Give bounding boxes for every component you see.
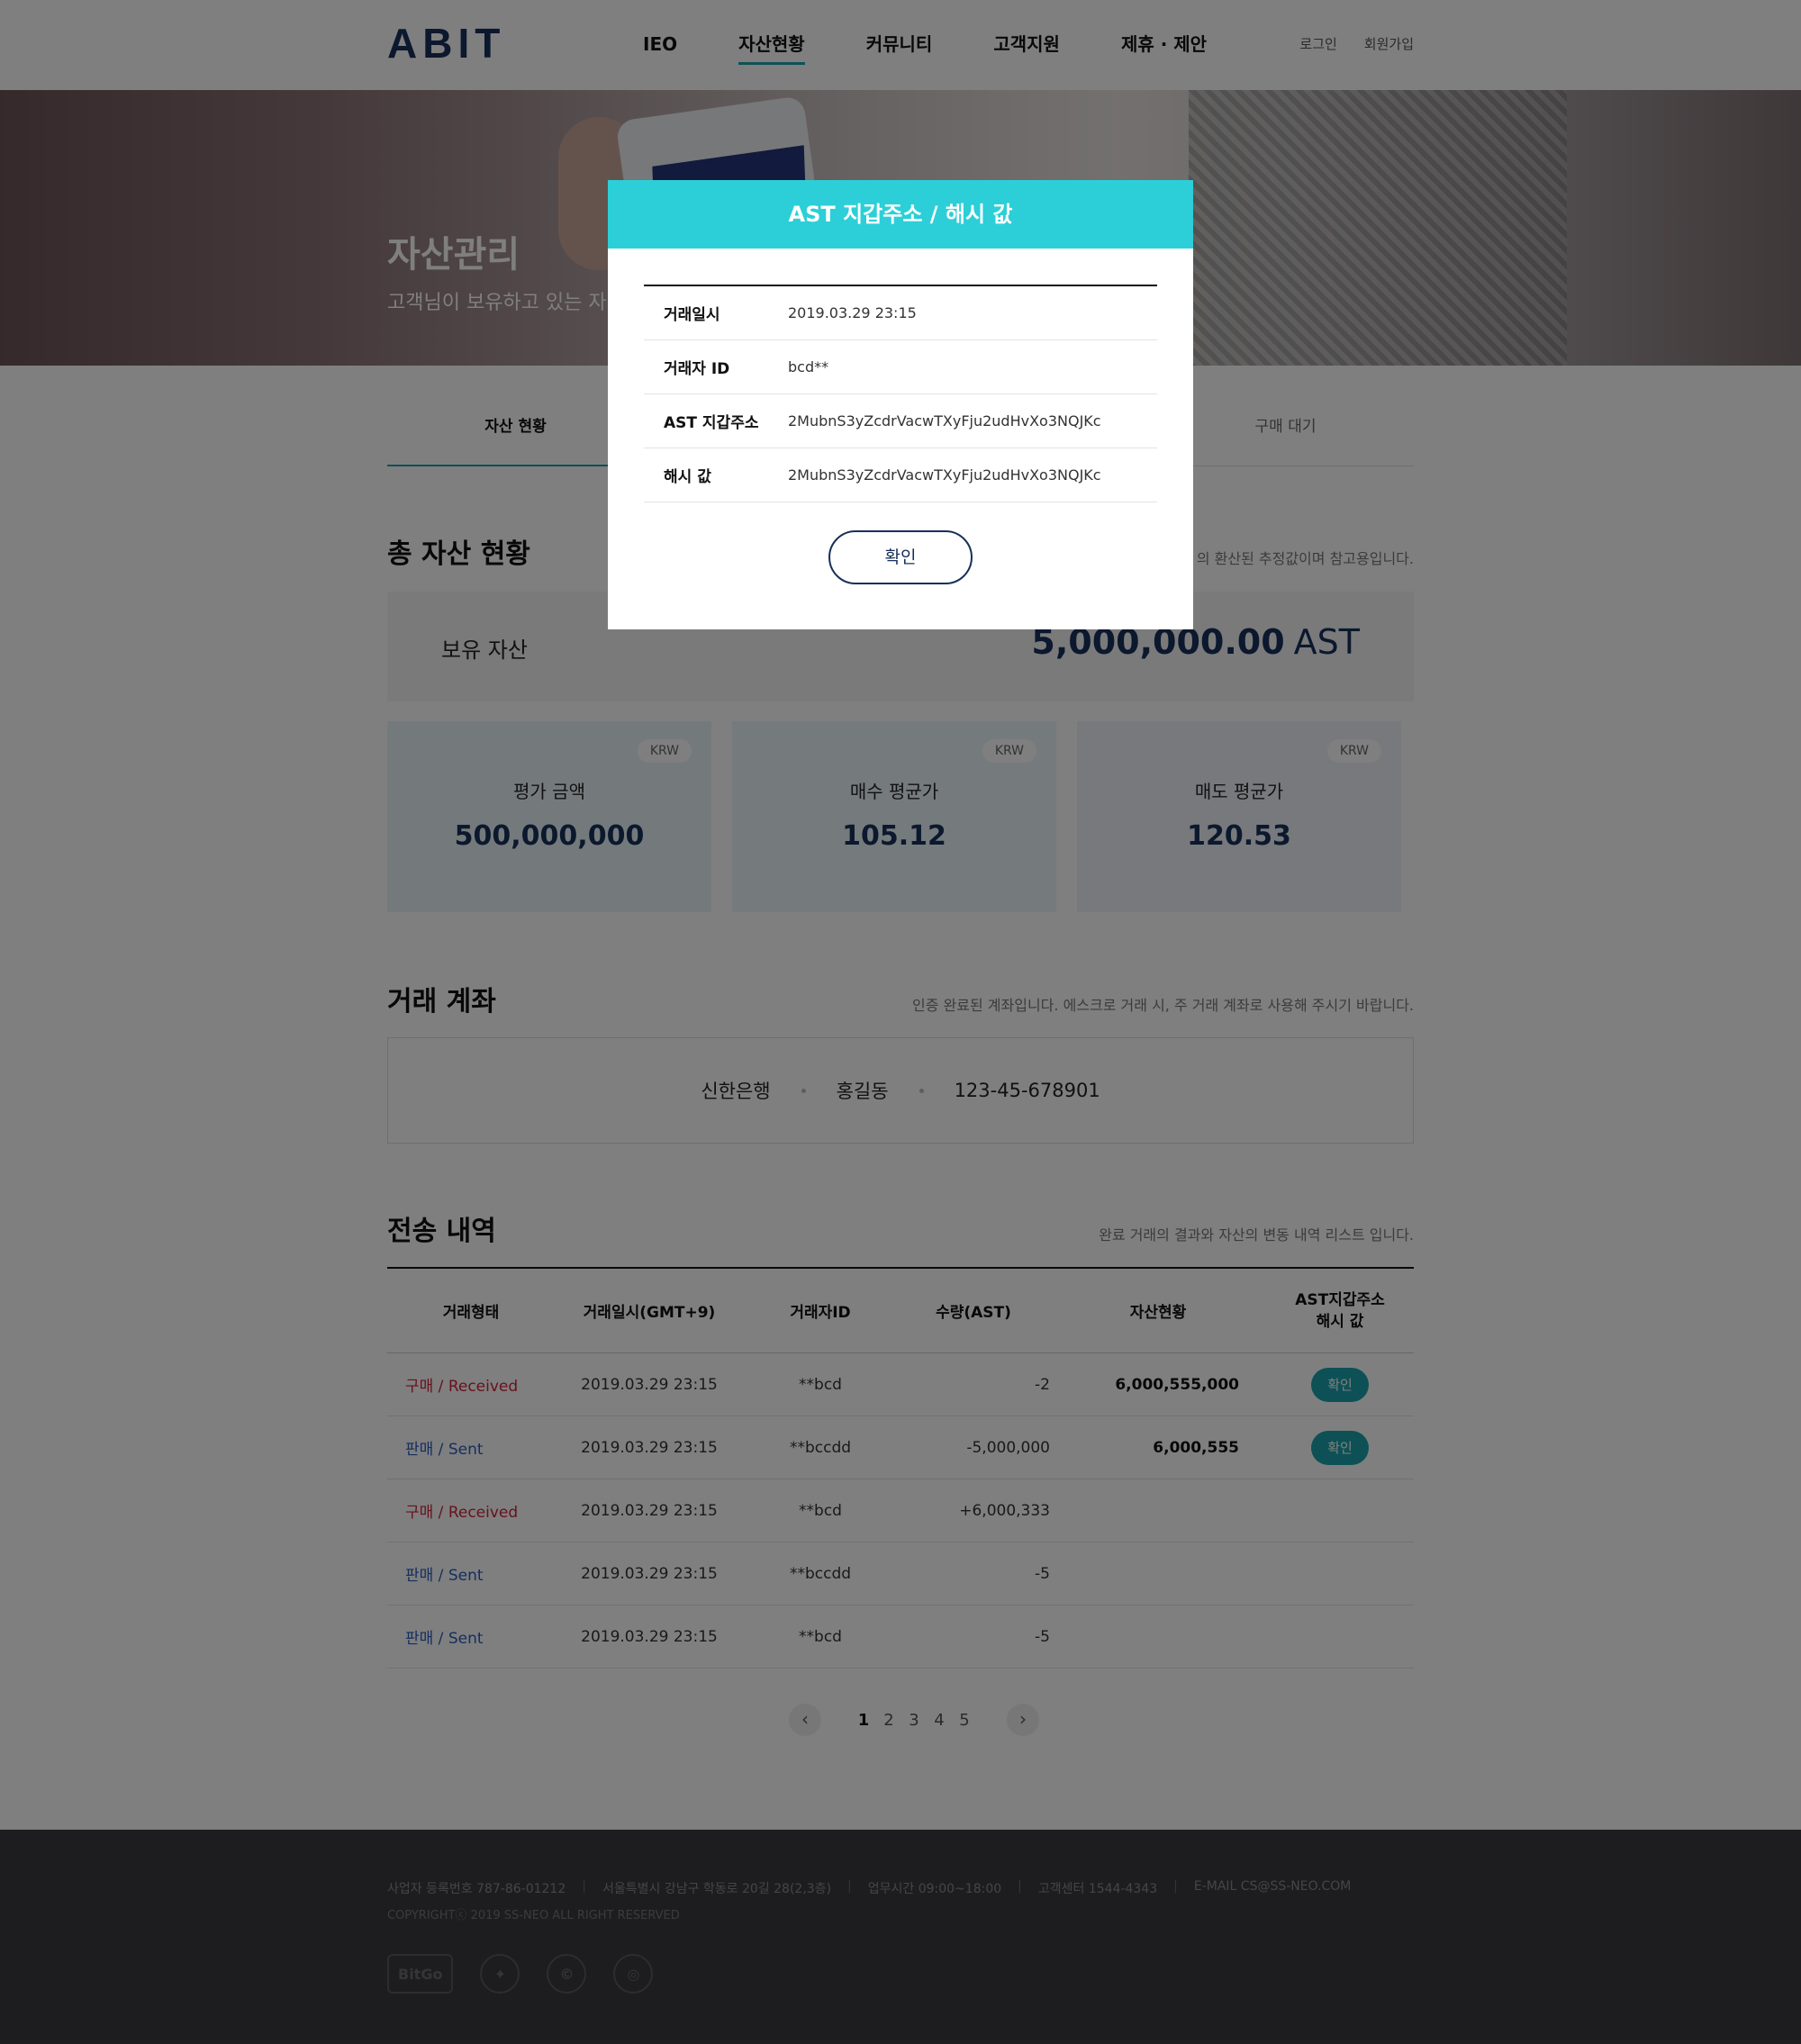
wallet-hash-modal: AST 지갑주소 / 해시 값 거래일시 2019.03.29 23:15 거래… [608,180,1193,629]
modal-value: bcd** [788,358,829,375]
modal-title: AST 지갑주소 / 해시 값 [608,180,1193,249]
modal-label: 거래일시 [664,306,720,324]
modal-row-hash: 해시 값 2MubnS3yZcdrVacwTXyFju2udHvXo3NQJKc [644,448,1157,502]
modal-value: 2019.03.29 23:15 [788,304,917,321]
modal-row-user: 거래자 ID bcd** [644,340,1157,394]
modal-row-date: 거래일시 2019.03.29 23:15 [644,286,1157,340]
modal-label: 거래자 ID [664,360,730,378]
modal-detail-table: 거래일시 2019.03.29 23:15 거래자 ID bcd** AST 지… [644,285,1157,502]
modal-label: AST 지갑주소 [664,414,759,432]
modal-confirm-button[interactable]: 확인 [828,530,973,584]
modal-value: 2MubnS3yZcdrVacwTXyFju2udHvXo3NQJKc [788,466,1101,484]
modal-label: 해시 값 [664,468,711,486]
modal-row-wallet: AST 지갑주소 2MubnS3yZcdrVacwTXyFju2udHvXo3N… [644,394,1157,448]
modal-value: 2MubnS3yZcdrVacwTXyFju2udHvXo3NQJKc [788,412,1101,430]
